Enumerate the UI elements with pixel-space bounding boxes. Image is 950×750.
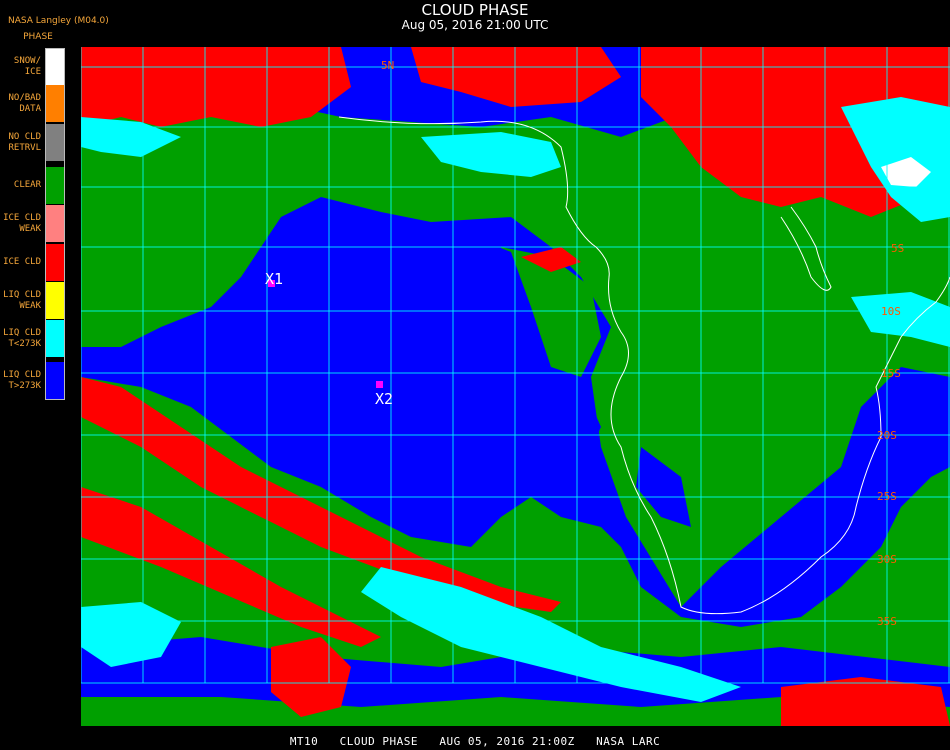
latitude-label: 20S [877, 429, 897, 442]
legend-label: NO/BAD [8, 92, 41, 103]
legend-label: LIQ CLD [3, 369, 41, 380]
marker-x1-label: X1 [265, 270, 283, 288]
legend-sublabel: T>273K [8, 380, 41, 391]
legend-swatch [46, 282, 65, 319]
legend-product-label: PHASE [23, 32, 53, 42]
legend-sublabel: RETRVL [8, 142, 41, 153]
legend-item-liquid-cloud-cold: LIQ CLD T<273K [0, 320, 66, 357]
latitude-label: 10S [881, 305, 901, 318]
map-title: CLOUD PHASE [421, 1, 529, 19]
legend-sublabel: WEAK [19, 300, 41, 311]
legend-item-snow-ice: SNOW/ICE [0, 48, 66, 85]
marker-x2-dot [376, 381, 383, 388]
legend-sublabel: DATA [19, 103, 41, 114]
legend-label: CLEAR [13, 180, 41, 190]
legend-swatch [46, 320, 65, 357]
legend-swatch [46, 362, 65, 399]
legend-label: ICE CLD [3, 257, 41, 267]
legend-swatch [46, 48, 65, 85]
legend-item-clear: CLEAR [0, 167, 66, 204]
legend-sublabel: T<273K [8, 338, 41, 349]
legend-swatch [46, 167, 65, 204]
legend-item-no-cloud-retrieval: NO CLD RETRVL [0, 124, 66, 161]
legend-item-ice-cloud: ICE CLD [0, 244, 66, 281]
ice-cloud-north-west [81, 47, 351, 127]
marker-x2-label: X2 [375, 390, 393, 408]
legend-item-liquid-cloud-warm: LIQ CLD T>273K [0, 362, 66, 399]
legend-label: SNOW/ [13, 55, 41, 66]
legend-item-no-bad-data: NO/BAD DATA [0, 85, 66, 122]
latitude-label: 5N [381, 59, 394, 72]
legend-swatch [46, 85, 65, 122]
legend-sublabel: WEAK [19, 223, 41, 234]
legend-label: LIQ CLD [3, 327, 41, 338]
legend-item-liquid-cloud-weak: LIQ CLD WEAK [0, 282, 66, 319]
legend-label: NO CLD [8, 131, 41, 142]
marker-x1: X1 [265, 270, 283, 288]
legend-label: ICE CLD [3, 212, 41, 223]
organization-label: NASA Langley (M04.0) [8, 16, 109, 26]
legend-label: LIQ CLD [3, 289, 41, 300]
latitude-label: 30S [877, 553, 897, 566]
legend-swatch [46, 205, 65, 242]
latitude-label: 5S [891, 242, 904, 255]
map-timestamp: Aug 05, 2016 21:00 UTC [401, 18, 549, 32]
latitude-label: 35S [877, 615, 897, 628]
legend-swatch [46, 244, 65, 281]
latitude-label: 15S [881, 367, 901, 380]
legend-swatch [46, 124, 65, 161]
latitude-label: 25S [877, 490, 897, 503]
cloud-phase-map: X1 X2 5N 5S 10S 15S 20S 25S 30S 35S [81, 47, 950, 726]
footer-caption: MT10 CLOUD PHASE AUG 05, 2016 21:00Z NAS… [289, 735, 661, 748]
legend-item-ice-cloud-weak: ICE CLD WEAK [0, 205, 66, 242]
legend-sublabel: ICE [24, 66, 41, 77]
